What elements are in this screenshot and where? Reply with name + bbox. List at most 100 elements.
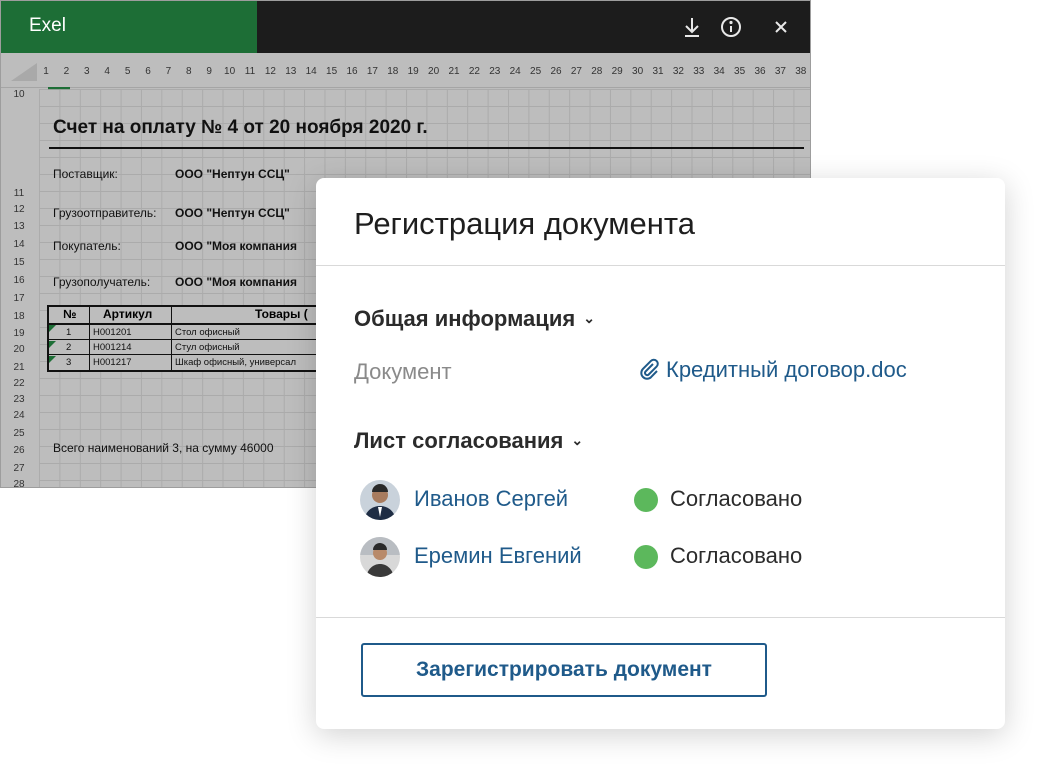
row-header[interactable]: 10	[1, 89, 37, 100]
column-header[interactable]: 27	[566, 66, 586, 77]
column-header[interactable]: 14	[301, 66, 321, 77]
column-header[interactable]: 24	[505, 66, 525, 77]
row-header[interactable]: 26	[1, 445, 37, 456]
close-icon[interactable]	[768, 14, 794, 40]
excel-brand: Exel	[1, 1, 257, 53]
column-headers: 1 2 3 4 5 6 7 8 9 10 11 12 13 14 15 16 17 18 19 20 21 22 23 24 2…	[1, 53, 810, 88]
column-header[interactable]: 7	[158, 66, 178, 77]
approver-name[interactable]: Еремин Евгений	[414, 543, 582, 569]
table-cell: Стул офисный	[175, 342, 240, 353]
total-text: Всего наименований 3, на сумму 46000	[53, 441, 274, 455]
column-header[interactable]: 31	[648, 66, 668, 77]
column-header[interactable]: 21	[444, 66, 464, 77]
row-header[interactable]: 20	[1, 344, 37, 355]
info-icon[interactable]	[718, 14, 744, 40]
row-header[interactable]: 13	[1, 221, 37, 232]
column-header[interactable]: 32	[668, 66, 688, 77]
row-header[interactable]: 28	[1, 479, 37, 487]
row-header[interactable]: 27	[1, 463, 37, 474]
row-header[interactable]: 15	[1, 257, 37, 268]
buyer-value: ООО "Моя компания	[175, 239, 297, 253]
column-header[interactable]: 3	[77, 66, 97, 77]
excel-titlebar: Exel	[1, 1, 810, 53]
column-header[interactable]: 35	[730, 66, 750, 77]
column-header[interactable]: 19	[403, 66, 423, 77]
row-header[interactable]: 17	[1, 293, 37, 304]
column-header[interactable]: 28	[587, 66, 607, 77]
row-header[interactable]: 12	[1, 204, 37, 215]
consignee-label: Грузополучатель:	[53, 275, 151, 289]
buyer-label: Покупатель:	[53, 239, 121, 253]
dialog-title: Регистрация документа	[354, 206, 695, 241]
row-header[interactable]: 11	[1, 188, 37, 199]
register-document-button[interactable]: Зарегистрировать документ	[361, 643, 767, 697]
general-info-toggle[interactable]: Общая информация ⌄	[354, 306, 595, 332]
shipper-value: ООО "Нептун ССЦ"	[175, 206, 290, 220]
column-header[interactable]: 8	[179, 66, 199, 77]
approver-name[interactable]: Иванов Сергей	[414, 486, 568, 512]
column-header[interactable]: 37	[770, 66, 790, 77]
column-header[interactable]: 9	[199, 66, 219, 77]
document-file-link[interactable]: Кредитный договор.doc	[638, 357, 907, 383]
column-header[interactable]: 25	[526, 66, 546, 77]
column-header[interactable]: 16	[342, 66, 362, 77]
column-header[interactable]: 2	[56, 66, 76, 77]
chevron-down-icon: ⌄	[571, 432, 584, 448]
row-header[interactable]: 19	[1, 328, 37, 339]
row-header[interactable]: 21	[1, 362, 37, 373]
column-header[interactable]: 30	[628, 66, 648, 77]
approval-sheet-toggle[interactable]: Лист согласования ⌄	[354, 428, 583, 454]
register-document-dialog: Регистрация документа Общая информация ⌄ …	[316, 178, 1005, 729]
row-header[interactable]: 16	[1, 275, 37, 286]
select-all-corner[interactable]	[11, 63, 37, 81]
avatar	[360, 480, 400, 520]
paperclip-icon	[640, 358, 659, 380]
row-header[interactable]: 14	[1, 239, 37, 250]
supplier-value: ООО "Нептун ССЦ"	[175, 167, 290, 181]
column-header[interactable]: 5	[118, 66, 138, 77]
row-header[interactable]: 24	[1, 410, 37, 421]
table-cell: Н001217	[93, 357, 132, 368]
download-icon[interactable]	[679, 14, 705, 40]
row-header[interactable]: 23	[1, 394, 37, 405]
footer-divider	[316, 617, 1005, 618]
row-header[interactable]: 22	[1, 378, 37, 389]
column-header[interactable]: 6	[138, 66, 158, 77]
column-header[interactable]: 10	[220, 66, 240, 77]
approved-status-icon	[634, 488, 658, 512]
approved-status-icon	[634, 545, 658, 569]
consignee-value: ООО "Моя компания	[175, 275, 297, 289]
column-header[interactable]: 11	[240, 66, 260, 77]
column-header[interactable]: 1	[36, 66, 56, 77]
column-header[interactable]: 18	[383, 66, 403, 77]
table-cell: 3	[66, 357, 72, 368]
row-header[interactable]: 25	[1, 428, 37, 439]
table-cell: 2	[66, 342, 72, 353]
app-name: Exel	[29, 15, 66, 36]
table-cell: Стол офисный	[175, 327, 240, 338]
approver-row: Иванов Сергей Согласовано	[360, 480, 960, 520]
column-header[interactable]: 20	[424, 66, 444, 77]
column-header[interactable]: 34	[709, 66, 729, 77]
table-cell: Н001214	[93, 342, 132, 353]
chevron-down-icon: ⌄	[583, 310, 595, 326]
approver-row: Еремин Евгений Согласовано	[360, 537, 960, 577]
row-header[interactable]: 18	[1, 311, 37, 322]
column-header[interactable]: 33	[689, 66, 709, 77]
document-file-name: Кредитный договор.doc	[666, 357, 907, 382]
column-header[interactable]: 15	[322, 66, 342, 77]
column-header[interactable]: 23	[485, 66, 505, 77]
column-header[interactable]: 22	[464, 66, 484, 77]
column-header[interactable]: 4	[97, 66, 117, 77]
general-info-label: Общая информация	[354, 306, 576, 331]
column-header[interactable]: 36	[750, 66, 770, 77]
column-header[interactable]: 29	[607, 66, 627, 77]
column-header[interactable]: 17	[362, 66, 382, 77]
column-header[interactable]: 12	[260, 66, 280, 77]
column-header[interactable]: 13	[281, 66, 301, 77]
column-header[interactable]: 38	[791, 66, 810, 77]
approval-status: Согласовано	[670, 486, 803, 511]
goods-table: № Артикул Товары ( 1 Н001201 Стол офисны…	[47, 305, 327, 372]
table-header-article: Артикул	[103, 307, 153, 321]
column-header[interactable]: 26	[546, 66, 566, 77]
